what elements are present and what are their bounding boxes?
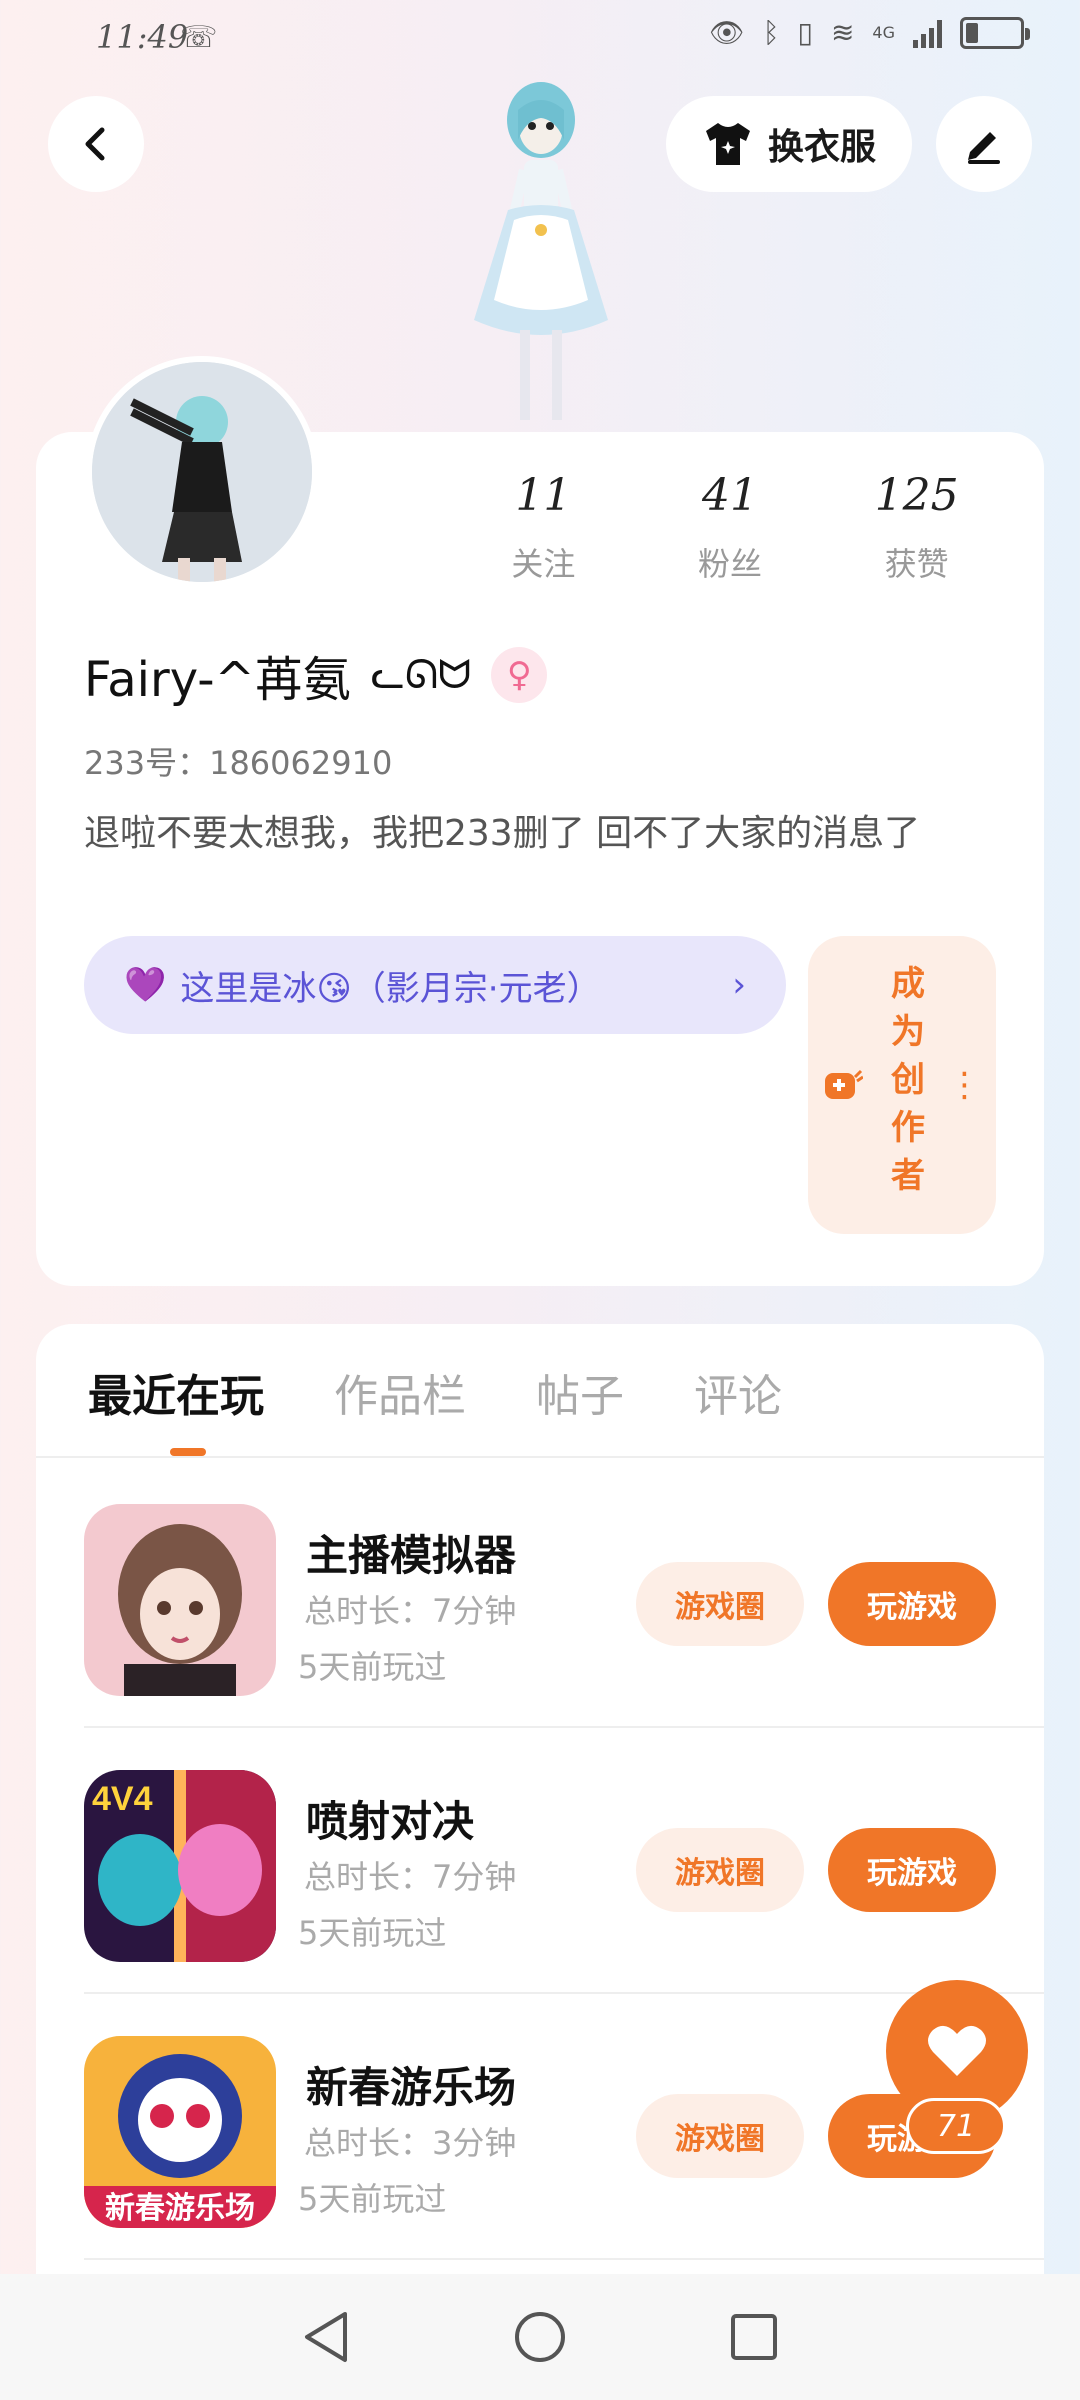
edit-profile-button[interactable] <box>936 96 1032 192</box>
heart-icon <box>928 2025 986 2076</box>
signal-icon <box>913 18 942 48</box>
stat-label: 获赞 <box>884 545 949 583</box>
back-button[interactable] <box>48 96 144 192</box>
game-last-played: 5天前玩过 <box>298 1914 447 1952</box>
game-circle-button[interactable]: 游戏圈 <box>636 1828 804 1912</box>
stat-label: 粉丝 <box>698 545 763 583</box>
user-id[interactable]: 233号：186062910 <box>84 738 392 784</box>
become-creator-label: 成为创作者 <box>884 965 925 1205</box>
game-name: 新春游乐场 <box>306 2063 517 2112</box>
game-icon-spring-festival-park: 新春游乐场 <box>84 2036 276 2228</box>
chevron-left-icon <box>85 127 105 161</box>
gamepad-icon <box>824 1069 863 1099</box>
nickname-decoration: ᓚᘏᗢ <box>370 652 472 698</box>
game-last-played: 5天前玩过 <box>298 1648 447 1686</box>
gender-female-icon: ♀ <box>491 647 548 703</box>
avatar-image <box>92 362 312 582</box>
become-creator-button[interactable]: 成为创作者 ⋮ <box>808 936 996 1234</box>
game-duration: 总时长：7分钟 <box>304 1858 517 1896</box>
play-game-button[interactable]: 玩游戏 <box>828 1828 996 1912</box>
missed-call-icon: ☏ <box>180 20 218 55</box>
nickname: Fairy-^苒氨 <box>84 652 351 708</box>
tabs-divider <box>36 1456 1044 1458</box>
row-divider <box>84 2258 1044 2260</box>
tab-posts[interactable]: 帖子 <box>536 1360 624 1424</box>
battery-icon <box>960 16 1030 49</box>
eye-icon: 👁 <box>709 16 745 49</box>
group-pill-text: 这里是冰😘（影月宗·元老） <box>180 968 601 1009</box>
game-row-jet-duel[interactable]: 4V4 喷射对决 总时长：7分钟 5天前玩过 游戏圈 玩游戏 <box>84 1728 1044 1994</box>
like-count-badge: 71 <box>906 2098 1006 2154</box>
network-type-label: 4G <box>872 23 895 42</box>
tshirt-icon <box>705 123 750 165</box>
change-outfit-button[interactable]: 换衣服 <box>666 96 912 192</box>
group-pill[interactable]: 💜 这里是冰😘（影月宗·元老） › <box>84 936 786 1034</box>
system-nav-bar <box>0 2274 1080 2400</box>
bluetooth-icon: ᛒ <box>762 16 780 49</box>
status-bar: 11:49 ☏ 👁 ᛒ ▯ ≋ 4G <box>0 0 1080 80</box>
bio: 退啦不要太想我，我把233删了 回不了大家的消息了 <box>84 813 921 854</box>
back-triangle-icon[interactable] <box>301 2310 351 2364</box>
vibrate-icon: ▯ <box>797 16 813 49</box>
stat-value: 125 <box>874 470 959 521</box>
avatar[interactable] <box>86 356 318 588</box>
more-dots-icon: ⋮ <box>947 1065 982 1105</box>
game-icon-jet-duel: 4V4 <box>84 1770 276 1962</box>
tab-comments[interactable]: 评论 <box>694 1360 782 1424</box>
status-time: 11:49 <box>96 18 189 56</box>
game-name: 喷射对决 <box>306 1797 475 1846</box>
game-circle-button[interactable]: 游戏圈 <box>636 1562 804 1646</box>
game-last-played: 5天前玩过 <box>298 2180 447 2218</box>
change-outfit-label: 换衣服 <box>767 127 876 168</box>
game-duration: 总时长：3分钟 <box>304 2124 517 2162</box>
active-tab-indicator <box>170 1448 206 1456</box>
home-circle-icon[interactable] <box>513 2310 567 2364</box>
play-game-button[interactable]: 玩游戏 <box>828 1562 996 1646</box>
game-row-streamer-simulator[interactable]: 主播模拟器 总时长：7分钟 5天前玩过 游戏圈 玩游戏 <box>84 1462 1044 1728</box>
recents-square-icon[interactable] <box>729 2312 779 2362</box>
stat-followers[interactable]: 41 粉丝 <box>637 470 824 585</box>
game-name: 主播模拟器 <box>306 1531 517 1580</box>
nickname-row: Fairy-^苒氨 ᓚᘏᗢ ♀ <box>84 640 548 710</box>
game-icon-streamer-simulator <box>84 1504 276 1696</box>
character-figure-image <box>474 82 608 420</box>
stat-label: 关注 <box>511 545 576 583</box>
game-circle-button[interactable]: 游戏圈 <box>636 2094 804 2178</box>
stat-value: 41 <box>702 470 758 521</box>
profile-stats: 11 关注 41 粉丝 125 获赞 <box>450 470 1010 585</box>
wifi-icon: ≋ <box>830 16 855 49</box>
tab-works[interactable]: 作品栏 <box>334 1360 466 1424</box>
chevron-right-icon: › <box>732 965 746 1005</box>
game-icon-badge: 新春游乐场 <box>105 2191 255 2226</box>
tab-recent-playing[interactable]: 最近在玩 <box>88 1360 264 1424</box>
status-icons: 👁 ᛒ ▯ ≋ 4G <box>709 16 1030 49</box>
game-icon-badge: 4V4 <box>92 1780 153 1818</box>
pen-icon <box>968 132 1000 164</box>
profile-tabs: 最近在玩 作品栏 帖子 评论 <box>48 1360 782 1424</box>
game-duration: 总时长：7分钟 <box>304 1592 517 1630</box>
stat-likes[interactable]: 125 获赞 <box>823 470 1010 585</box>
stat-value: 11 <box>515 470 572 521</box>
heart-icon: 💜 <box>124 965 167 1005</box>
stat-following[interactable]: 11 关注 <box>450 470 637 585</box>
